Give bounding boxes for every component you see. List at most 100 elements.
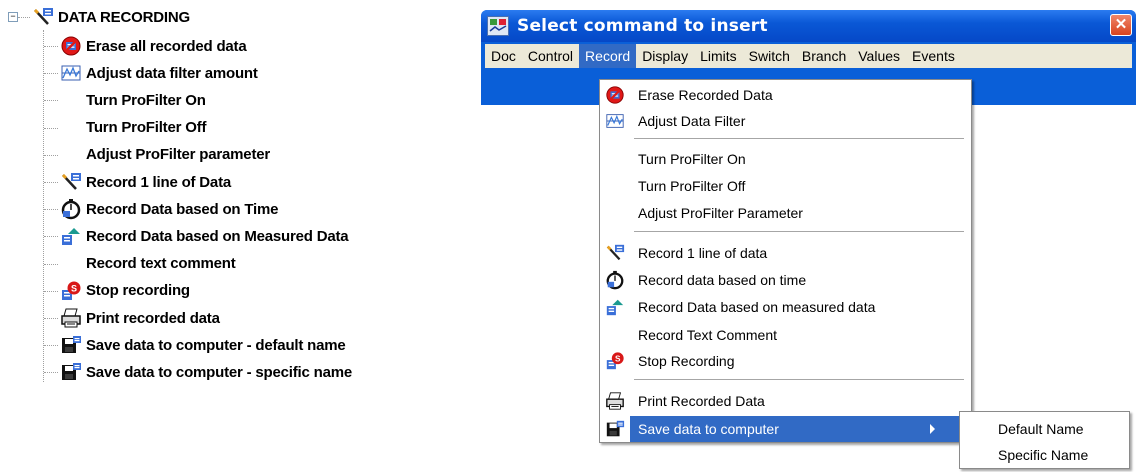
- menu-control[interactable]: Control: [522, 44, 579, 68]
- tree-connector: [44, 263, 58, 265]
- close-icon: ✕: [1114, 16, 1128, 33]
- command-tree: − DATA RECORDING Erase all recorded data…: [0, 0, 440, 400]
- tree-item-erase-all-recorded-data[interactable]: Erase all recorded data: [60, 35, 247, 57]
- menu-item-record-data-based-on-measured-data[interactable]: Record Data based on measured data: [600, 294, 971, 320]
- submenu-item-default-name[interactable]: Default Name: [960, 416, 1129, 442]
- save-disk-icon: [60, 361, 82, 383]
- menu-item-label: Erase Recorded Data: [638, 87, 773, 103]
- stopwatch-icon: [600, 267, 630, 293]
- tree-item-label: Record Data based on Measured Data: [86, 227, 349, 245]
- menu-record[interactable]: Record: [579, 44, 637, 68]
- tree-root-data-recording[interactable]: DATA RECORDING: [32, 6, 190, 28]
- blank-icon: [60, 89, 82, 111]
- tree-item-label: Record Data based on Time: [86, 200, 279, 218]
- menu-item-turn-profilter-on[interactable]: Turn ProFilter On: [600, 146, 971, 172]
- menu-bar: Doc Control Record Display Limits Switch Branc…: [485, 44, 1132, 68]
- tree-item-label: Turn ProFilter Off: [86, 119, 207, 137]
- menu-item-label: Adjust Data Filter: [638, 113, 746, 129]
- collapse-toggle[interactable]: −: [8, 12, 18, 22]
- submenu-item-specific-name[interactable]: Specific Name: [960, 442, 1129, 468]
- tree-item-label: Turn ProFilter On: [86, 91, 206, 109]
- menu-item-label: Record Text Comment: [638, 327, 778, 343]
- tree-item-adjust-profilter-parameter[interactable]: Adjust ProFilter parameter: [60, 144, 270, 166]
- menu-display[interactable]: Display: [636, 44, 694, 68]
- tree-item-label: Save data to computer - default name: [86, 336, 346, 354]
- menu-item-record-1-line-of-data[interactable]: Record 1 line of data: [600, 240, 971, 266]
- dialog-title: Select command to insert: [517, 16, 768, 36]
- menu-item-adjust-data-filter[interactable]: Adjust Data Filter: [600, 108, 971, 134]
- tree-item-turn-profilter-off[interactable]: Turn ProFilter Off: [60, 117, 206, 139]
- blank-icon: [600, 322, 630, 348]
- tree-item-save-data-to-computer-specific-name[interactable]: Save data to computer - specific name: [60, 361, 352, 383]
- menu-doc[interactable]: Doc: [485, 44, 522, 68]
- submenu-arrow-icon: [930, 424, 935, 434]
- measured-data-icon: [60, 225, 82, 247]
- blank-icon: [600, 146, 630, 172]
- tree-item-turn-profilter-on[interactable]: Turn ProFilter On: [60, 89, 206, 111]
- stopwatch-icon: [60, 198, 82, 220]
- tree-item-record-data-based-on-time[interactable]: Record Data based on Time: [60, 198, 278, 220]
- erase-icon: [60, 35, 82, 57]
- tree-connector: [44, 318, 58, 319]
- tree-root-label: DATA RECORDING: [58, 8, 190, 26]
- tree-item-stop-recording[interactable]: S Stop recording: [60, 280, 190, 302]
- menu-item-label: Print Recorded Data: [638, 393, 765, 409]
- menu-item-record-text-comment[interactable]: Record Text Comment: [600, 322, 971, 348]
- record-line-icon: [600, 240, 630, 266]
- menu-item-label: Record data based on time: [638, 272, 807, 288]
- tree-item-label: Adjust ProFilter parameter: [86, 146, 271, 164]
- menu-item-turn-profilter-off[interactable]: Turn ProFilter Off: [600, 173, 971, 199]
- svg-text:S: S: [71, 283, 77, 293]
- measured-data-icon: [600, 294, 630, 320]
- filter-chart-icon: [60, 62, 82, 84]
- save-disk-icon: [60, 334, 82, 356]
- tree-connector: [44, 372, 58, 374]
- menu-switch[interactable]: Switch: [743, 44, 796, 68]
- tree-item-record-1-line-of-data[interactable]: Record 1 line of Data: [60, 171, 231, 193]
- menu-values[interactable]: Values: [852, 44, 906, 68]
- tree-connector: [44, 209, 58, 211]
- tree-item-record-text-comment[interactable]: Record text comment: [60, 253, 236, 275]
- menu-limits[interactable]: Limits: [694, 44, 743, 68]
- save-disk-icon: [600, 416, 630, 442]
- tree-item-save-data-to-computer-default-name[interactable]: Save data to computer - default name: [60, 334, 346, 356]
- printer-icon: [600, 388, 630, 414]
- menu-item-record-data-based-on-time[interactable]: Record data based on time: [600, 267, 971, 293]
- tree-item-label: Print recorded data: [86, 309, 220, 327]
- blank-icon: [60, 117, 82, 139]
- blank-icon: [600, 200, 630, 226]
- close-button[interactable]: ✕: [1110, 14, 1132, 36]
- tree-item-label: Stop recording: [86, 282, 190, 300]
- app-icon: [487, 16, 509, 36]
- menu-item-print-recorded-data[interactable]: Print Recorded Data: [600, 388, 971, 414]
- menu-item-label: Adjust ProFilter Parameter: [638, 205, 803, 221]
- menu-separator: [634, 231, 964, 232]
- tree-connector: [44, 236, 58, 238]
- menu-item-adjust-profilter-parameter[interactable]: Adjust ProFilter Parameter: [600, 200, 971, 226]
- filter-chart-icon: [600, 108, 630, 134]
- tree-connector: [44, 100, 58, 102]
- menu-item-label: Save data to computer: [638, 421, 779, 437]
- tree-connector: [44, 46, 58, 47]
- tree-item-record-data-based-on-measured-data[interactable]: Record Data based on Measured Data: [60, 225, 349, 247]
- menu-item-label: Record Data based on measured data: [638, 299, 876, 315]
- menu-item-label: Turn ProFilter On: [638, 151, 746, 167]
- tree-connector: [44, 127, 58, 129]
- tree-connector: [44, 182, 58, 183]
- menu-item-label: Turn ProFilter Off: [638, 178, 746, 194]
- menu-item-save-data-to-computer[interactable]: Save data to computer: [600, 416, 971, 442]
- menu-events[interactable]: Events: [906, 44, 961, 68]
- erase-icon: [600, 82, 630, 108]
- printer-icon: [60, 307, 82, 329]
- record-line-icon: [32, 6, 54, 28]
- svg-text:S: S: [615, 354, 621, 363]
- title-bar[interactable]: Select command to insert ✕: [481, 10, 1136, 42]
- tree-item-label: Save data to computer - specific name: [86, 363, 353, 381]
- tree-item-print-recorded-data[interactable]: Print recorded data: [60, 307, 220, 329]
- tree-item-adjust-data-filter-amount[interactable]: Adjust data filter amount: [60, 62, 258, 84]
- menu-branch[interactable]: Branch: [796, 44, 852, 68]
- menu-separator: [634, 138, 964, 139]
- blank-icon: [600, 173, 630, 199]
- menu-item-stop-recording[interactable]: S Stop Recording: [600, 348, 971, 374]
- menu-item-erase-recorded-data[interactable]: Erase Recorded Data: [600, 82, 971, 108]
